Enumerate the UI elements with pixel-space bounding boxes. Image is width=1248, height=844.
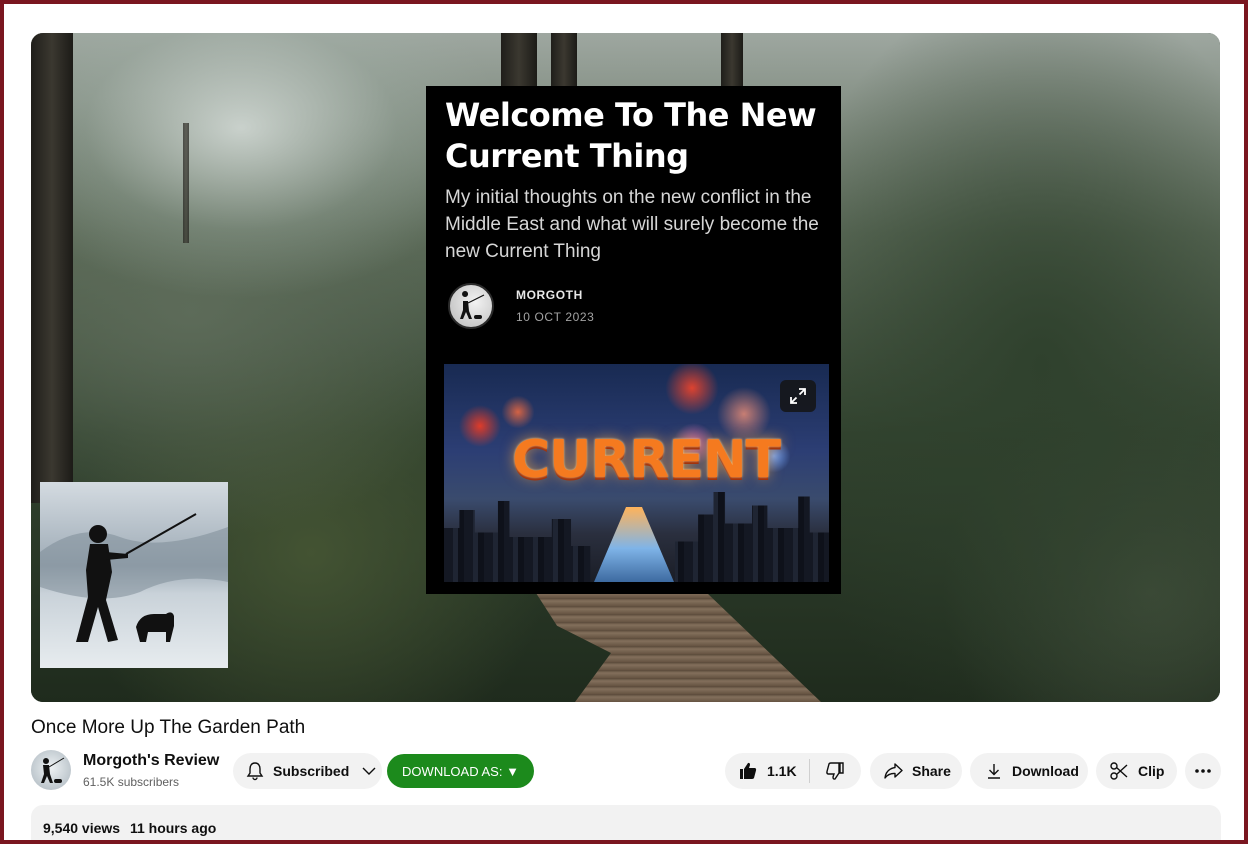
expand-icon[interactable] [780, 380, 816, 412]
author-name: MORGOTH [516, 288, 583, 302]
bell-icon [246, 762, 264, 781]
view-count: 9,540 views [43, 820, 121, 836]
download-as-button[interactable]: DOWNLOAD AS: ▼ [387, 754, 534, 788]
download-label: Download [1012, 763, 1079, 779]
fisherman-avatar-icon [460, 291, 485, 319]
more-horizontal-icon [1195, 769, 1211, 773]
tree-trunk [183, 123, 189, 243]
like-button[interactable]: 1.1K [725, 753, 809, 789]
share-button[interactable]: Share [870, 753, 962, 789]
article-title: Welcome To The New Current Thing [445, 96, 817, 175]
description-meta: 9,540 views 11 hours ago [43, 820, 216, 836]
clip-button[interactable]: Clip [1096, 753, 1177, 789]
download-button[interactable]: Download [970, 753, 1088, 789]
subscribed-label: Subscribed [273, 763, 350, 779]
author-avatar [448, 283, 494, 329]
video-player[interactable]: Welcome To The New Current Thing My init… [31, 33, 1220, 702]
tree-trunk [551, 33, 577, 88]
subscriber-count: 61.5K subscribers [83, 775, 180, 789]
more-actions-button[interactable] [1185, 753, 1221, 789]
subscribed-button[interactable]: Subscribed [233, 753, 382, 789]
tree-trunk [721, 33, 743, 93]
channel-logo-inset [40, 482, 228, 668]
fisherman-silhouette-icon [40, 513, 228, 642]
article-card: Welcome To The New Current Thing My init… [426, 86, 841, 594]
download-icon [988, 764, 1000, 779]
river [594, 507, 674, 582]
share-label: Share [912, 763, 951, 779]
article-subtitle: My initial thoughts on the new conflict … [445, 187, 819, 262]
chevron-down-icon [362, 767, 376, 775]
thumbs-up-icon [740, 762, 757, 779]
thumbs-down-icon [826, 762, 844, 780]
channel-name[interactable]: Morgoth's Review [83, 752, 219, 770]
tree-trunk [501, 33, 537, 93]
article-date: 10 OCT 2023 [516, 310, 595, 324]
share-arrow-icon [884, 763, 903, 779]
article-hero-image: CURRENT [444, 364, 829, 582]
scissors-icon [1110, 762, 1128, 780]
upload-time: 11 hours ago [129, 820, 217, 836]
description-box[interactable]: 9,540 views 11 hours ago [31, 805, 1221, 844]
like-count: 1.1K [767, 763, 797, 779]
dislike-button[interactable] [810, 753, 860, 789]
channel-avatar[interactable] [31, 750, 71, 790]
like-dislike-group: 1.1K [725, 753, 861, 789]
video-title: Once More Up The Garden Path [31, 717, 306, 738]
clip-label: Clip [1138, 763, 1165, 779]
hero-image-word: CURRENT [512, 430, 781, 490]
tree-trunk [31, 33, 73, 503]
fisherman-avatar-icon [41, 757, 65, 783]
